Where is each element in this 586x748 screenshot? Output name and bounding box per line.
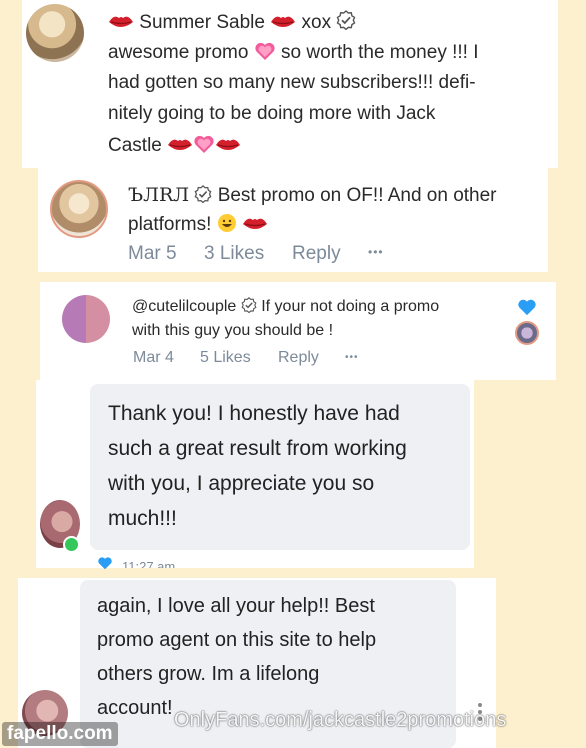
grin-emoji-icon: [217, 213, 237, 239]
heart-icon: [193, 134, 215, 160]
lips-icon: [242, 215, 268, 239]
chat2-line-4: account!: [97, 697, 173, 719]
fapello-watermark: fapello.com: [2, 722, 118, 746]
chat1-line-4: much!!!: [108, 507, 177, 530]
reply1-likes[interactable]: 3 Likes: [204, 243, 264, 265]
chat2-line-2: promo agent on this site to help: [97, 629, 377, 651]
chat1-line-3: with you, I appreciate you so: [108, 472, 375, 495]
lips-icon: [167, 136, 193, 160]
chat2-line-1: again, I love all your help!! Best: [97, 595, 375, 617]
reply2-date: Mar 4: [133, 349, 174, 366]
reply2-reply-button[interactable]: Reply: [278, 349, 319, 367]
reply2-text-line-2: with this guy you should be !: [132, 322, 334, 339]
chat1-line-1: Thank you! I honestly have had: [108, 402, 400, 425]
creator-heart-avatar: [515, 321, 539, 345]
comment1-line-2: had gotten so many new subscribers!!! de…: [108, 72, 476, 93]
verified-icon: [336, 10, 356, 36]
comment1-line-4: Castle: [108, 134, 241, 160]
lips-icon: [215, 136, 241, 160]
lips-icon: [108, 13, 134, 37]
verified-icon: [194, 185, 212, 209]
chat1-read-heart-icon: [96, 556, 114, 575]
onlyfans-watermark: OnlyFans.com/jackcastle2promotions: [174, 709, 507, 731]
heart-icon: [254, 41, 276, 67]
comment1-author-line: Summer Sable xox: [108, 10, 356, 37]
verified-icon: [241, 297, 257, 318]
reply2-text-line-1: @cutelilcouple If your not doing a promo: [132, 297, 439, 318]
avatar-summer[interactable]: [26, 4, 84, 62]
comment1-line-3: nitely going to be doing more with Jack: [108, 103, 436, 124]
reply1-date: Mar 5: [128, 243, 177, 264]
chat1-time: 11:27 am: [122, 559, 176, 568]
reply1-text-line-2: platforms!: [128, 213, 268, 239]
like-heart-icon[interactable]: [517, 298, 537, 321]
reply2-more-button[interactable]: •••: [345, 352, 359, 363]
reply2-likes[interactable]: 5 Likes: [200, 349, 251, 367]
reply1-reply-button[interactable]: Reply: [292, 243, 341, 265]
lips-icon: [270, 13, 296, 37]
comment1-line-1: awesome promo so worth the money !!! I: [108, 41, 479, 67]
chat2-line-3: others grow. Im a lifelong: [97, 663, 320, 685]
reply1-text-line-1: ЪЛRЛ Best promo on OF!! And on other: [128, 184, 497, 209]
reply1-more-button[interactable]: •••: [368, 245, 384, 259]
comment1-author[interactable]: Summer Sable: [139, 12, 265, 33]
avatar-bara[interactable]: [50, 180, 108, 238]
avatar-cutelilcouple[interactable]: [62, 295, 110, 343]
comment1-author-suffix: xox: [301, 12, 332, 33]
reply1-author[interactable]: ЪЛRЛ: [128, 184, 189, 206]
online-status-dot: [63, 536, 80, 553]
reply2-author[interactable]: @cutelilcouple: [132, 298, 236, 315]
chat1-line-2: such a great result from working: [108, 437, 407, 460]
